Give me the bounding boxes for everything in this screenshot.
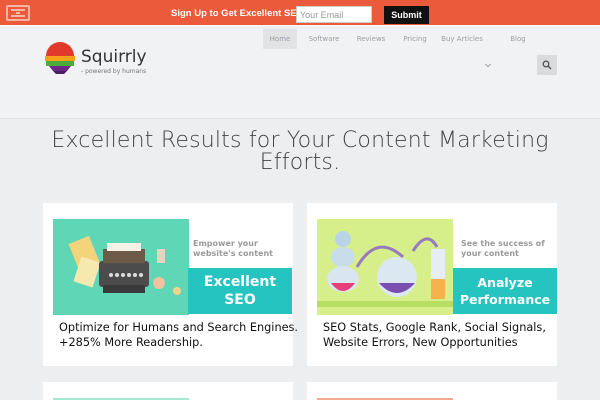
- nav-buy-articles-label: Buy Articles: [441, 35, 483, 43]
- signup-text: Sign Up to Get Excellent SEO: [171, 8, 305, 19]
- card-label: Analyze Performance: [453, 268, 557, 314]
- squirrly-logo-icon: [45, 42, 75, 74]
- site-header: Squirrly - powered by humans Home Softwa…: [0, 29, 600, 119]
- signup-bar: Sign Up to Get Excellent SEO Submit: [0, 0, 600, 27]
- feature-card[interactable]: [43, 382, 293, 400]
- typewriter-illustration: [53, 219, 189, 315]
- nav-home[interactable]: Home: [263, 29, 297, 49]
- nav-pricing[interactable]: Pricing: [398, 29, 432, 49]
- nav-reviews[interactable]: Reviews: [352, 29, 390, 49]
- nav-software[interactable]: Software: [304, 29, 344, 49]
- logo[interactable]: Squirrly - powered by humans: [43, 41, 153, 79]
- logo-tagline: - powered by humans: [81, 68, 147, 75]
- feature-card-performance[interactable]: See the success of your content Analyze …: [307, 203, 557, 366]
- page-title-line2: Efforts.: [259, 150, 341, 175]
- page-title: Excellent Results for Your Content Marke…: [40, 130, 560, 174]
- card-label: Excellent SEO: [188, 268, 292, 314]
- card-caption: See the success of your content: [461, 239, 545, 258]
- email-field[interactable]: [296, 6, 372, 23]
- card-caption: Empower your website's content: [193, 239, 273, 258]
- nav-blog[interactable]: Blog: [506, 29, 530, 49]
- page-title-line1: Excellent Results for Your Content Marke…: [51, 128, 549, 153]
- search-icon: [542, 60, 552, 70]
- submit-button[interactable]: Submit: [384, 6, 429, 24]
- card-description: Optimize for Humans and Search Engines. …: [59, 321, 299, 349]
- chevron-down-icon: [485, 63, 491, 68]
- logo-name: Squirrly: [81, 47, 147, 67]
- feature-card-seo[interactable]: Empower your website's content Excellent…: [43, 203, 298, 366]
- feature-card[interactable]: [307, 382, 557, 400]
- menu-icon[interactable]: [6, 5, 30, 21]
- search-button[interactable]: [537, 55, 557, 75]
- nav-buy-articles[interactable]: Buy Articles: [440, 29, 484, 49]
- card-description: SEO Stats, Google Rank, Social Signals, …: [323, 321, 546, 349]
- lab-flasks-illustration: [317, 219, 453, 315]
